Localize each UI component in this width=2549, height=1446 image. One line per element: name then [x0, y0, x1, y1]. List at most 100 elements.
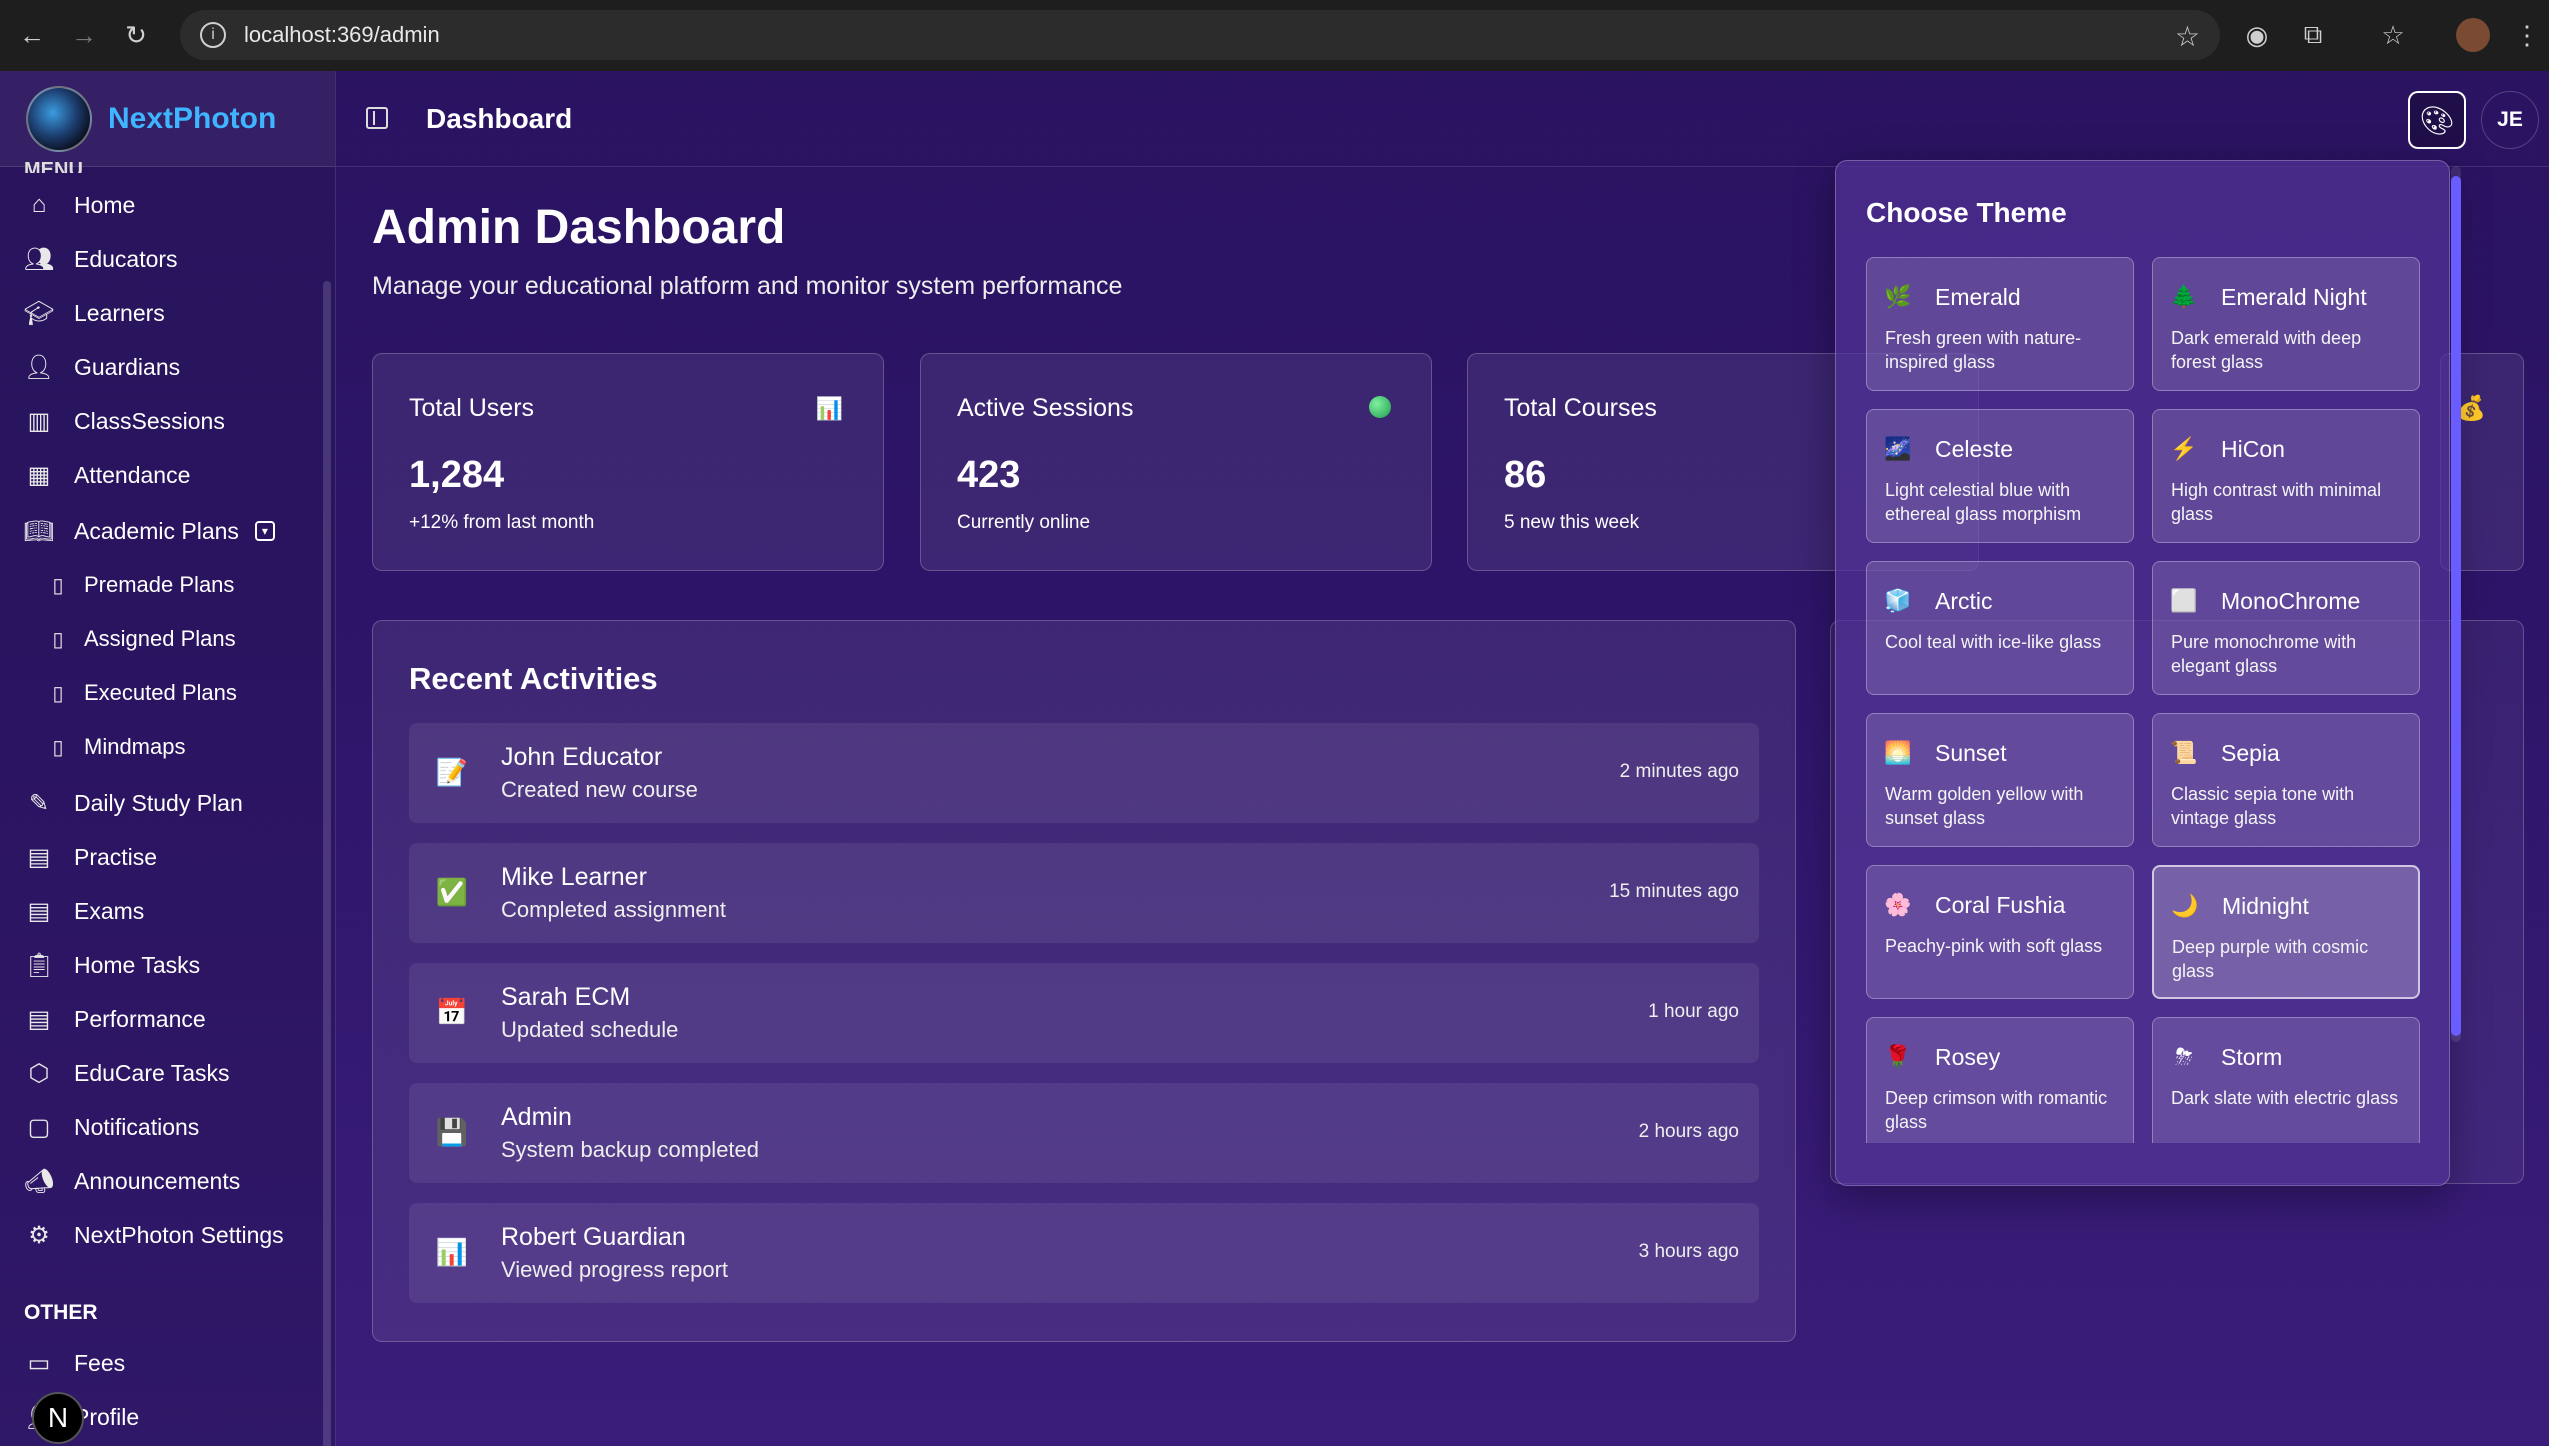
reload-icon[interactable]: ↻ [116, 16, 156, 56]
browser-profile-avatar[interactable] [2456, 18, 2490, 52]
sidebar-item-learners[interactable]: 🎓︎ Learners [22, 293, 165, 333]
sidebar-item-educators[interactable]: 👥︎ Educators [22, 239, 178, 279]
browser-menu-icon[interactable]: ⋮ [2510, 18, 2544, 52]
theme-desc: Classic sepia tone with vintage glass [2171, 784, 2355, 828]
stat-title: Total Courses [1504, 394, 1657, 422]
bookmarks-icon[interactable]: ☆ [2376, 18, 2410, 52]
graduation-cap-icon: 🎓︎ [23, 299, 55, 327]
forward-icon[interactable]: → [64, 16, 104, 56]
bookmark-star-icon[interactable]: ☆ [2175, 20, 2200, 53]
dashboard-subtitle: Manage your educational platform and mon… [372, 272, 1123, 300]
sidebar-item-educare-tasks[interactable]: ⬡ EduCare Tasks [22, 1053, 230, 1093]
home-icon: ⌂ [31, 191, 47, 218]
theme-option-sunset[interactable]: 🌅 Sunset Warm golden yellow with sunset … [1866, 713, 2134, 847]
sidebar-item-assigned-plans[interactable]: ▯ Assigned Plans [44, 619, 235, 659]
sidebar-item-attendance[interactable]: ▦ Attendance [22, 455, 191, 495]
chevron-down-icon[interactable]: ▾ [254, 521, 275, 541]
theme-desc: Pure monochrome with elegant glass [2171, 632, 2357, 676]
theme-scrollbar-thumb[interactable] [2451, 176, 2461, 1036]
sidebar-item-premade-plans[interactable]: ▯ Premade Plans [44, 565, 234, 605]
stat-title: Total Users [409, 394, 535, 422]
theme-desc: Warm golden yellow with sunset glass [1885, 784, 2084, 828]
user-avatar[interactable]: JE [2481, 91, 2539, 149]
sidebar-item-notifications[interactable]: ▢ Notifications [22, 1107, 200, 1147]
activity-desc: Viewed progress report [501, 1257, 729, 1282]
activity-row[interactable]: 📝 John Educator Created new course 2 min… [409, 723, 1759, 823]
theme-name: Emerald Night [2221, 284, 2367, 310]
sidebar-item-guardians[interactable]: 👤︎ Guardians [22, 347, 180, 387]
memo-icon: 📝 [435, 756, 469, 787]
sidebar-toggle-icon[interactable] [366, 107, 388, 129]
sidebar-item-exams[interactable]: ▤ Exams [22, 891, 145, 931]
activity-name: Robert Guardian [501, 1223, 686, 1251]
theme-name: Storm [2221, 1044, 2283, 1070]
theme-option-emerald-night[interactable]: 🌲 Emerald Night Dark emerald with deep f… [2152, 257, 2420, 391]
brand[interactable]: NextPhoton [0, 71, 335, 167]
sidebar-item-nextphoton-settings[interactable]: ⚙ NextPhoton Settings [22, 1215, 283, 1255]
theme-option-arctic[interactable]: 🧊 Arctic Cool teal with ice-like glass [1866, 561, 2134, 695]
theme-desc: Deep purple with cosmic glass [2172, 937, 2369, 981]
theme-picker-button[interactable]: 🎨︎ [2408, 91, 2466, 149]
theme-option-storm[interactable]: ⛈ Storm Dark slate with electric glass [2152, 1017, 2420, 1143]
sidebar-item-performance[interactable]: ▤ Performance [22, 999, 206, 1039]
user-icon: 👤︎ [23, 353, 55, 381]
theme-option-celeste[interactable]: 🌌 Celeste Light celestial blue with ethe… [1866, 409, 2134, 543]
sidebar-item-academic-plans[interactable]: 📖︎ Academic Plans ▾ [22, 511, 275, 551]
sidebar-item-home-tasks[interactable]: 📋︎ Home Tasks [22, 945, 200, 985]
back-icon[interactable]: ← [12, 16, 52, 56]
users-icon: 👥︎ [23, 245, 55, 273]
activity-row[interactable]: ✅ Mike Learner Completed assignment 15 m… [409, 843, 1759, 943]
address-bar[interactable]: i localhost:369/admin ☆ [180, 10, 2220, 60]
url-text[interactable]: localhost:369/admin [244, 22, 440, 48]
activity-desc: System backup completed [501, 1137, 760, 1162]
calendar-icon: 📅 [435, 996, 469, 1027]
activity-name: Sarah ECM [501, 983, 631, 1011]
sidebar-item-mindmaps[interactable]: ▯ Mindmaps [44, 727, 185, 767]
theme-name: Coral Fushia [1935, 892, 2066, 918]
theme-option-coral-fushia[interactable]: 🌸 Coral Fushia Peachy-pink with soft gla… [1866, 865, 2134, 999]
scroll-icon: 📜 [2170, 740, 2198, 765]
sidebar-item-practise[interactable]: ▤ Practise [22, 837, 157, 877]
theme-option-hicon[interactable]: ⚡ HiCon High contrast with minimal glass [2152, 409, 2420, 543]
book-open-icon: 📖︎ [23, 517, 55, 545]
activity-row[interactable]: 📅 Sarah ECM Updated schedule 1 hour ago [409, 963, 1759, 1063]
activity-time: 2 hours ago [1638, 1121, 1739, 1142]
theme-desc: Fresh green with nature-inspired glass [1885, 328, 2082, 372]
theme-option-rosey[interactable]: 🌹 Rosey Deep crimson with romantic glass [1866, 1017, 2134, 1143]
stat-value: 1,284 [409, 454, 505, 496]
activity-row[interactable]: 📊 Robert Guardian Viewed progress report… [409, 1203, 1759, 1303]
site-info-icon[interactable]: i [200, 22, 226, 48]
activity-row[interactable]: 💾 Admin System backup completed 2 hours … [409, 1083, 1759, 1183]
rose-icon: 🌹 [1884, 1044, 1912, 1069]
n-badge[interactable]: N [32, 1392, 84, 1444]
sidebar-scrollbar[interactable] [323, 281, 331, 1446]
theme-dropdown: Choose Theme 🌿 Emerald Fresh green with … [1835, 160, 2450, 1186]
book-icon: ▯ [52, 628, 64, 651]
sidebar-item-executed-plans[interactable]: ▯ Executed Plans [44, 673, 236, 713]
theme-heading: Choose Theme [1866, 197, 2067, 228]
sidebar-item-announcements[interactable]: 📣︎ Announcements [22, 1161, 240, 1201]
theme-option-emerald[interactable]: 🌿 Emerald Fresh green with nature-inspir… [1866, 257, 2134, 391]
file-text-icon: ▤ [27, 843, 51, 871]
sidebar-item-classsessions[interactable]: ▥ ClassSessions [22, 401, 225, 441]
stat-value: 423 [957, 454, 1021, 496]
puzzle-icon[interactable]: ⧉ [2296, 18, 2330, 52]
theme-option-monochrome[interactable]: ⬜ MonoChrome Pure monochrome with elegan… [2152, 561, 2420, 695]
sidebar-item-home[interactable]: ⌂ Home [22, 185, 136, 225]
sidebar-item-fees[interactable]: ▭ Fees [22, 1343, 125, 1383]
blossom-icon: 🌸 [1884, 892, 1912, 917]
theme-name: Sepia [2221, 740, 2280, 766]
sidebar-item-daily-study-plan[interactable]: ✎ Daily Study Plan [22, 783, 243, 823]
theme-option-midnight[interactable]: 🌙 Midnight Deep purple with cosmic glass [2152, 865, 2420, 999]
activity-name: Admin [501, 1103, 572, 1131]
theme-desc: High contrast with minimal glass [2171, 480, 2382, 524]
theme-option-sepia[interactable]: 📜 Sepia Classic sepia tone with vintage … [2152, 713, 2420, 847]
recent-activities-panel: Recent Activities 📝 John Educator Create… [372, 620, 1796, 1342]
other-section-label: OTHER [24, 1301, 98, 1324]
activity-time: 1 hour ago [1648, 1001, 1739, 1022]
building-icon: ▥ [27, 407, 51, 435]
file-text-icon: ▤ [27, 1005, 51, 1033]
theme-desc: Dark slate with electric glass [2171, 1088, 2399, 1108]
extension-icon[interactable]: ◉ [2240, 18, 2274, 52]
theme-grid: 🌿 Emerald Fresh green with nature-inspir… [1866, 257, 2426, 1143]
